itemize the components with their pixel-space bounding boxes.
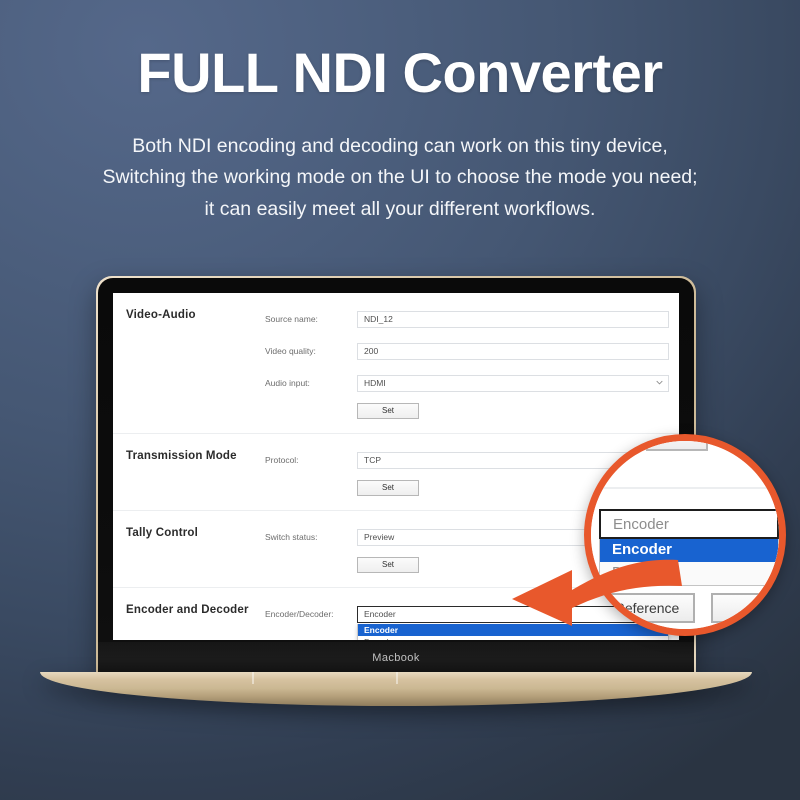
button-row-video-audio: Set bbox=[265, 403, 669, 419]
section-title-transmission-mode: Transmission Mode bbox=[126, 450, 237, 462]
control-source-name: NDI_12 bbox=[357, 310, 669, 328]
set-button-tally-control[interactable]: Set bbox=[357, 557, 419, 573]
section-title-tally-control: Tally Control bbox=[126, 527, 199, 539]
field-row-source-name: Source name: NDI_12 bbox=[265, 307, 669, 331]
field-row-video-quality: Video quality: 200 bbox=[265, 339, 669, 363]
magnified-section-divider bbox=[591, 487, 779, 489]
control-audio-input: HDMI bbox=[357, 374, 669, 392]
label-video-quality: Video quality: bbox=[265, 346, 316, 356]
laptop-chin: Macbook bbox=[98, 642, 694, 674]
magnified-encoder-decoder-select[interactable]: Encoder bbox=[599, 509, 779, 539]
hero-subtitle: Both NDI encoding and decoding can work … bbox=[0, 131, 800, 226]
label-audio-input: Audio input: bbox=[265, 378, 310, 388]
hero-subtitle-line-3: it can easily meet all your different wo… bbox=[204, 197, 596, 220]
hero-text-block: FULL NDI Converter Both NDI encoding and… bbox=[0, 0, 800, 226]
laptop-base bbox=[40, 672, 752, 706]
label-protocol: Protocol: bbox=[265, 455, 299, 465]
video-quality-input[interactable]: 200 bbox=[357, 342, 669, 360]
page-title: FULL NDI Converter bbox=[137, 41, 663, 104]
set-button-transmission-mode[interactable]: Set bbox=[357, 480, 419, 496]
laptop-base-notch-left bbox=[252, 672, 254, 684]
set-button-video-audio[interactable]: Set bbox=[357, 403, 419, 419]
field-row-audio-input: Audio input: HDMI bbox=[265, 371, 669, 395]
audio-input-select[interactable]: HDMI bbox=[357, 374, 669, 392]
laptop-brand-label: Macbook bbox=[372, 652, 420, 664]
label-encoder-decoder: Encoder/Decoder: bbox=[265, 609, 334, 619]
section-video-audio: Video-Audio Source name: NDI_12 Video qu… bbox=[113, 293, 679, 434]
source-name-input[interactable]: NDI_12 bbox=[357, 310, 669, 328]
promotional-banner: FULL NDI Converter Both NDI encoding and… bbox=[0, 0, 800, 800]
magnified-set-button[interactable] bbox=[711, 593, 779, 623]
hero-subtitle-line-1: Both NDI encoding and decoding can work … bbox=[132, 134, 668, 157]
section-title-video-audio: Video-Audio bbox=[126, 309, 196, 321]
section-title-encoder-decoder: Encoder and Decoder bbox=[126, 604, 249, 616]
arrow-left-icon bbox=[512, 559, 682, 626]
control-video-quality: 200 bbox=[357, 342, 669, 360]
fields-video-audio: Source name: NDI_12 Video quality: 200 A… bbox=[265, 307, 679, 419]
label-switch-status: Switch status: bbox=[265, 532, 318, 542]
hero-subtitle-line-2: Switching the working mode on the UI to … bbox=[102, 166, 698, 189]
label-source-name: Source name: bbox=[265, 314, 318, 324]
laptop-base-notch-right bbox=[396, 672, 398, 684]
